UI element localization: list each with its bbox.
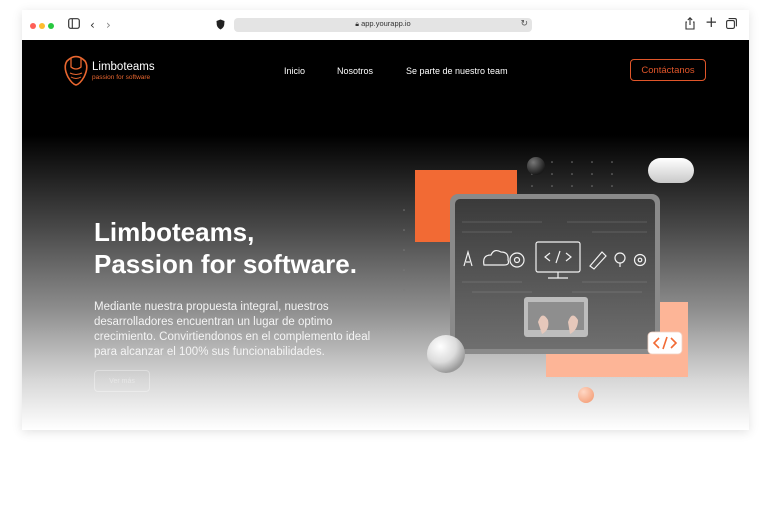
contact-button[interactable]: Contáctanos [630,59,706,81]
hero-title-line-1: Limboteams, [94,217,255,247]
peach-sphere [578,387,594,403]
brand-name: Limboteams [92,61,155,73]
minimize-window-button[interactable] [39,23,45,29]
back-icon[interactable]: ‹ [90,18,95,32]
tabs-overview-icon[interactable] [726,18,737,32]
lock-icon: 🔒︎ [355,21,359,28]
sidebar-icon[interactable] [68,18,80,32]
white-pill [648,158,694,183]
hero-cta-button[interactable]: Ver más [94,370,150,392]
browser-window: ‹ › 🔒︎ app.yourapp.io ↻ + Limboteams pas… [22,10,749,430]
close-window-button[interactable] [30,23,36,29]
maximize-window-button[interactable] [48,23,54,29]
hero-title-line-2: Passion for software. [94,249,357,279]
address-bar[interactable]: 🔒︎ app.yourapp.io ↻ [234,18,532,32]
url-text: 🔒︎ app.yourapp.io [355,19,411,28]
logo-mark-icon [64,55,88,86]
white-sphere-shade [427,335,465,373]
share-icon[interactable] [685,17,695,33]
browser-toolbar: ‹ › 🔒︎ app.yourapp.io ↻ + [22,10,749,41]
nav-item-team[interactable]: Se parte de nuestro team [406,66,508,76]
laptop-hands [524,297,588,337]
hero-description: Mediante nuestra propuesta integral, nue… [94,301,371,358]
new-tab-icon[interactable]: + [705,15,718,30]
hero-title: Limboteams, Passion for software. [94,216,357,280]
brand-tagline: passion for software [92,74,151,81]
reload-icon[interactable]: ↻ [520,19,528,29]
website-viewport: Limboteams passion for software Inicio N… [22,40,749,430]
hero-illustration [403,157,694,403]
shield-icon[interactable] [216,19,225,33]
forward-icon[interactable]: › [106,18,111,32]
nav-item-nosotros[interactable]: Nosotros [337,66,373,76]
nav-item-inicio[interactable]: Inicio [284,66,305,76]
code-badge-icon [647,331,683,355]
dark-sphere [527,157,545,175]
